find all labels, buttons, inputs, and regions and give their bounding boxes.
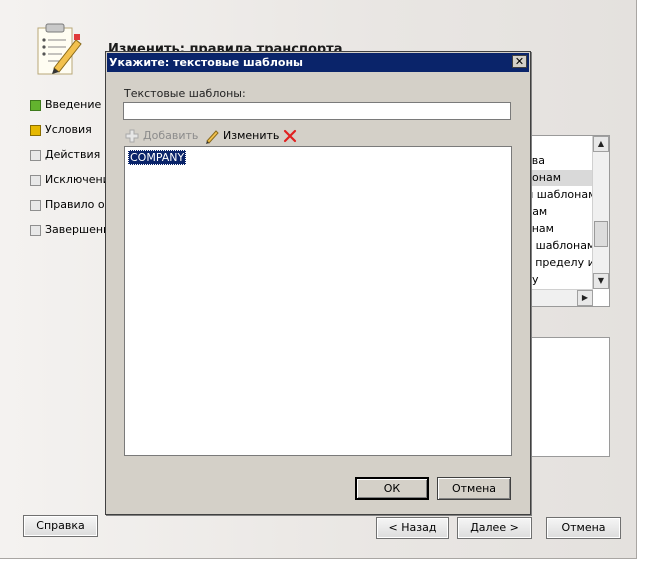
- document-edit-icon: [37, 23, 82, 75]
- list-item[interactable]: м шаблонам: [525, 187, 596, 203]
- step-label: Условия: [45, 123, 92, 136]
- help-button[interactable]: Справка: [23, 515, 98, 537]
- delete-x-icon: [283, 129, 297, 143]
- text-patterns-dialog: Укажите: текстовые шаблоны ✕ Текстовые ш…: [105, 51, 531, 515]
- step-completion[interactable]: Завершение: [30, 223, 117, 248]
- edit-label: Изменить: [223, 129, 280, 142]
- list-item[interactable]: COMPANY: [128, 150, 187, 165]
- step-pending-icon: [30, 150, 41, 161]
- add-plus-icon: [125, 129, 139, 143]
- text-pattern-input[interactable]: [123, 102, 511, 120]
- wizard-cancel-button[interactable]: Отмена: [546, 517, 621, 539]
- delete-button[interactable]: [282, 127, 300, 145]
- list-item[interactable]: а пределу и.: [525, 255, 598, 271]
- add-label: Добавить: [143, 129, 199, 142]
- next-button[interactable]: Далее >: [457, 517, 532, 539]
- text-patterns-label: Текстовые шаблоны:: [124, 87, 246, 100]
- scroll-right-arrow-icon[interactable]: ▶: [577, 290, 593, 306]
- step-conditions[interactable]: Условия: [30, 123, 117, 148]
- step-done-icon: [30, 100, 41, 111]
- edit-button[interactable]: Изменить: [204, 127, 279, 145]
- step-current-icon: [30, 125, 41, 136]
- step-rule[interactable]: Правило об: [30, 198, 117, 223]
- scroll-up-arrow-icon[interactable]: ▲: [593, 136, 609, 152]
- ok-button[interactable]: ОК: [355, 477, 429, 500]
- wizard-steps: Введение Условия Действия Исключения Пра…: [30, 98, 117, 248]
- step-pending-icon: [30, 175, 41, 186]
- pencil-icon: [206, 130, 219, 144]
- close-icon[interactable]: ✕: [512, 55, 527, 68]
- cancel-button[interactable]: Отмена: [437, 477, 511, 500]
- scroll-down-arrow-icon[interactable]: ▼: [593, 273, 609, 289]
- step-actions[interactable]: Действия: [30, 148, 117, 173]
- step-introduction[interactable]: Введение: [30, 98, 117, 123]
- list-item[interactable]: и шаблонам: [525, 238, 595, 254]
- step-label: Правило об: [45, 198, 112, 211]
- patterns-listbox[interactable]: COMPANY: [124, 146, 512, 456]
- scroll-thumb[interactable]: [594, 221, 608, 247]
- dialog-title: Укажите: текстовые шаблоны: [109, 56, 303, 69]
- add-button[interactable]: Добавить: [124, 127, 200, 145]
- dialog-titlebar[interactable]: Укажите: текстовые шаблоны ✕: [107, 53, 529, 72]
- vertical-scrollbar[interactable]: ▲ ▼: [592, 136, 609, 289]
- step-label: Действия: [45, 148, 101, 161]
- step-pending-icon: [30, 225, 41, 236]
- back-button[interactable]: < Назад: [376, 517, 449, 539]
- step-label: Введение: [45, 98, 102, 111]
- step-exceptions[interactable]: Исключения: [30, 173, 117, 198]
- step-pending-icon: [30, 200, 41, 211]
